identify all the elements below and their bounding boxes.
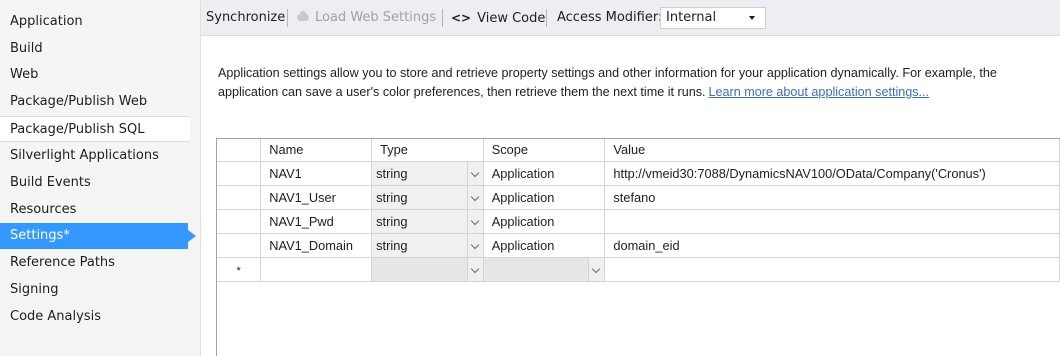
sidebar-item-label: Build Events bbox=[10, 175, 91, 190]
setting-type-dropdown[interactable]: string bbox=[371, 209, 484, 234]
chevron-down-icon bbox=[749, 16, 755, 20]
sidebar-item-code-analysis[interactable]: Code Analysis bbox=[0, 304, 190, 330]
sidebar-item-label: Application bbox=[10, 14, 83, 29]
setting-name-cell[interactable]: NAV1_Domain bbox=[260, 233, 373, 258]
cloud-icon bbox=[296, 10, 310, 22]
sidebar-item-label: Silverlight Applications bbox=[10, 148, 159, 163]
access-modifier-value: Internal bbox=[666, 10, 717, 25]
setting-scope-dropdown[interactable]: Application bbox=[483, 209, 606, 234]
sidebar-item-web[interactable]: Web bbox=[0, 62, 190, 88]
new-row-marker[interactable]: * bbox=[217, 257, 262, 282]
setting-value-cell[interactable]: stefano bbox=[604, 185, 1060, 210]
table-row: NAV1 string Application http://vmeid30:7… bbox=[217, 161, 1060, 186]
sidebar-item-label: Code Analysis bbox=[10, 309, 101, 324]
view-code-label: View Code bbox=[477, 11, 546, 26]
sidebar-item-label: Package/Publish Web bbox=[10, 94, 148, 109]
settings-description: Application settings allow you to store … bbox=[218, 64, 1048, 102]
sidebar-item-build[interactable]: Build bbox=[0, 36, 190, 62]
sidebar-item-resources[interactable]: Resources bbox=[0, 197, 190, 223]
toolbar-separator bbox=[442, 9, 443, 27]
settings-grid: Name Type Scope Value NAV1 string Applic… bbox=[216, 138, 1060, 356]
selection-arrow-icon bbox=[188, 230, 196, 242]
chevron-down-icon[interactable] bbox=[466, 185, 483, 208]
sidebar-item-reference-paths[interactable]: Reference Paths bbox=[0, 250, 190, 276]
sidebar-item-settings[interactable]: Settings* bbox=[0, 223, 196, 249]
chevron-down-icon[interactable] bbox=[466, 161, 483, 184]
setting-name-cell[interactable]: NAV1 bbox=[260, 161, 373, 186]
setting-scope-dropdown[interactable]: Application bbox=[483, 185, 606, 210]
column-header-type[interactable]: Type bbox=[371, 139, 484, 162]
setting-scope-dropdown[interactable]: Application bbox=[483, 233, 606, 258]
sidebar-item-label: Build bbox=[10, 41, 43, 56]
table-row: NAV1_User string Application stefano bbox=[217, 185, 1060, 210]
settings-toolbar: Synchronize Load Web Settings <> View Cod… bbox=[201, 0, 1060, 36]
setting-type-dropdown[interactable]: string bbox=[371, 185, 484, 210]
grid-header-row: Name Type Scope Value bbox=[217, 139, 1060, 162]
column-header-scope[interactable]: Scope bbox=[483, 139, 606, 162]
chevron-down-icon[interactable] bbox=[466, 257, 483, 280]
setting-type-dropdown[interactable]: string bbox=[371, 233, 484, 258]
toolbar-separator bbox=[287, 9, 288, 27]
row-header-corner bbox=[217, 139, 262, 162]
sidebar-item-package-publish-sql[interactable]: Package/Publish SQL bbox=[0, 116, 190, 142]
load-web-settings-button[interactable]: Load Web Settings bbox=[296, 9, 436, 27]
row-header[interactable] bbox=[217, 233, 262, 258]
code-icon: <> bbox=[451, 11, 472, 25]
new-row: * bbox=[217, 257, 1060, 282]
sidebar-item-signing[interactable]: Signing bbox=[0, 277, 190, 303]
column-header-name[interactable]: Name bbox=[260, 139, 373, 162]
setting-type-dropdown[interactable]: string bbox=[371, 161, 484, 186]
view-code-button[interactable]: <> View Code bbox=[451, 9, 545, 27]
chevron-down-icon[interactable] bbox=[466, 209, 483, 232]
setting-name-cell[interactable]: NAV1_User bbox=[260, 185, 373, 210]
chevron-down-icon[interactable] bbox=[466, 233, 483, 256]
column-header-value[interactable]: Value bbox=[604, 139, 1060, 162]
chevron-down-icon[interactable] bbox=[588, 257, 604, 280]
learn-more-link[interactable]: Learn more about application settings... bbox=[709, 85, 930, 99]
setting-value-cell[interactable]: domain_eid bbox=[604, 233, 1060, 258]
new-setting-scope-dropdown[interactable] bbox=[483, 257, 606, 282]
access-modifier-label: Access Modifier: bbox=[557, 10, 663, 25]
setting-value-cell[interactable]: http://vmeid30:7088/DynamicsNAV100/OData… bbox=[604, 161, 1060, 186]
setting-scope-dropdown[interactable]: Application bbox=[483, 161, 606, 186]
new-setting-value-cell[interactable] bbox=[604, 257, 1060, 282]
load-web-settings-label: Load Web Settings bbox=[315, 10, 437, 25]
sidebar-item-label: Settings* bbox=[10, 228, 70, 243]
type-value: string bbox=[376, 237, 408, 253]
type-value: string bbox=[376, 165, 408, 181]
sidebar-item-build-events[interactable]: Build Events bbox=[0, 170, 190, 196]
sidebar-item-application[interactable]: Application bbox=[0, 9, 190, 35]
new-setting-name-cell[interactable] bbox=[260, 257, 373, 282]
setting-value-cell[interactable] bbox=[604, 209, 1060, 234]
table-row: NAV1_Pwd string Application bbox=[217, 209, 1060, 234]
type-value: string bbox=[376, 213, 408, 229]
setting-name-cell[interactable]: NAV1_Pwd bbox=[260, 209, 373, 234]
type-value: string bbox=[376, 189, 408, 205]
new-row-star-icon: * bbox=[236, 264, 241, 277]
sidebar-item-label: Web bbox=[10, 67, 39, 82]
access-modifier-dropdown[interactable]: Internal bbox=[660, 7, 766, 29]
sidebar-item-label: Signing bbox=[10, 282, 59, 297]
sidebar-item-package-publish-web[interactable]: Package/Publish Web bbox=[0, 89, 190, 115]
toolbar-separator bbox=[546, 9, 547, 27]
sidebar-item-silverlight-applications[interactable]: Silverlight Applications bbox=[0, 143, 190, 169]
synchronize-button[interactable]: Synchronize bbox=[206, 9, 285, 27]
new-setting-type-dropdown[interactable] bbox=[371, 257, 484, 282]
sidebar-item-label: Resources bbox=[10, 202, 77, 217]
sidebar-item-label: Reference Paths bbox=[10, 255, 115, 270]
row-header[interactable] bbox=[217, 161, 262, 186]
row-header[interactable] bbox=[217, 185, 262, 210]
sidebar-item-label: Package/Publish SQL bbox=[10, 122, 145, 137]
table-row: NAV1_Domain string Application domain_ei… bbox=[217, 233, 1060, 258]
row-header[interactable] bbox=[217, 209, 262, 234]
project-properties-sidebar: Application Build Web Package/Publish We… bbox=[0, 0, 201, 356]
